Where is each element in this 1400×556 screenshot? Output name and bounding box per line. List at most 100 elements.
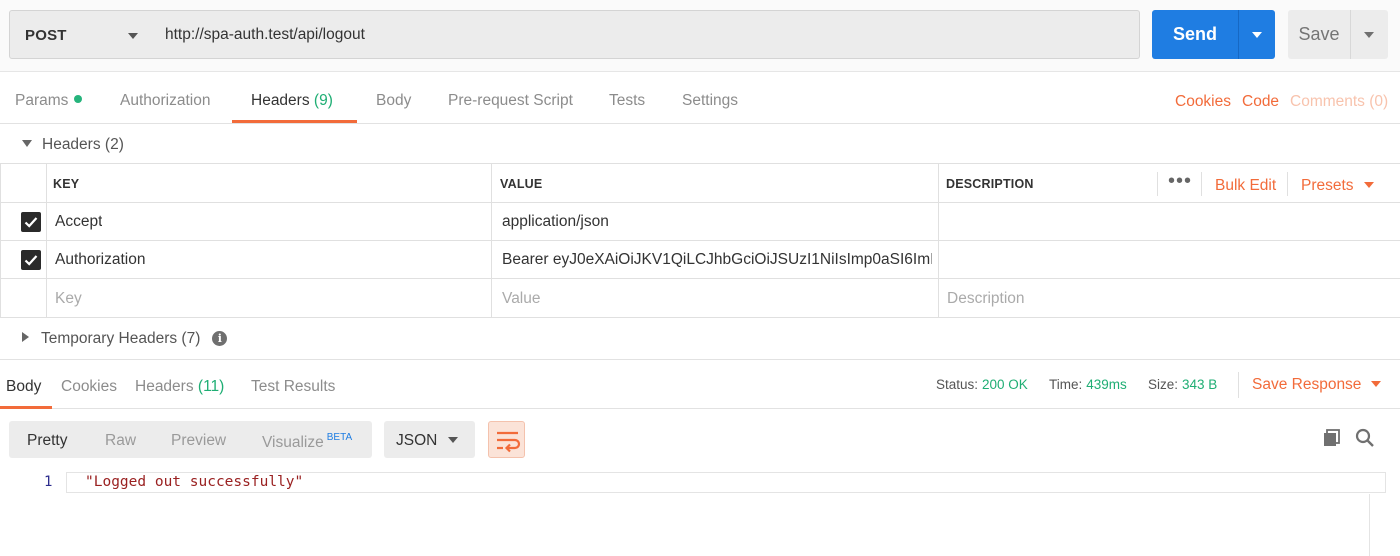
chevron-down-icon	[128, 33, 138, 39]
headers-section-count: (2)	[104, 136, 124, 153]
time-value: 439ms	[1086, 377, 1127, 392]
column-description: DESCRIPTION	[946, 177, 1034, 191]
bulk-edit-link[interactable]: Bulk Edit	[1215, 177, 1276, 195]
row-enabled-checkbox[interactable]	[21, 250, 41, 270]
table-row-new: Key Value Description	[0, 279, 1400, 318]
copy-icon[interactable]	[1322, 428, 1342, 452]
new-key-input[interactable]: Key	[55, 290, 82, 308]
tab-tests[interactable]: Tests	[609, 92, 645, 110]
url-text: http://spa-auth.test/api/logout	[165, 26, 365, 43]
editor-scrollbar[interactable]	[1369, 494, 1370, 556]
divider	[1157, 172, 1158, 196]
check-icon	[24, 217, 38, 228]
column-divider	[491, 164, 492, 318]
wrap-lines-button[interactable]	[488, 421, 525, 458]
save-button[interactable]: Save	[1288, 10, 1388, 59]
view-pretty[interactable]: Pretty	[27, 432, 67, 450]
response-tab-body[interactable]: Body	[6, 378, 41, 396]
headers-table: KEY VALUE DESCRIPTION ••• Bulk Edit Pres…	[0, 163, 1400, 318]
presets-dropdown[interactable]: Presets	[1301, 177, 1374, 195]
column-key: KEY	[53, 177, 80, 191]
comments-link[interactable]: Comments (0)	[1290, 93, 1388, 111]
format-select[interactable]: JSON	[384, 421, 475, 458]
tab-headers-label: Headers	[251, 92, 310, 109]
table-left-border	[0, 164, 1, 318]
send-button[interactable]: Send	[1152, 10, 1275, 59]
tab-prerequest-script[interactable]: Pre-request Script	[448, 92, 573, 110]
view-visualize-label: Visualize	[262, 434, 324, 451]
header-key-cell[interactable]: Accept	[55, 213, 102, 231]
send-label: Send	[1172, 24, 1217, 44]
code-link[interactable]: Code	[1242, 93, 1279, 111]
method-label: POST	[25, 27, 67, 44]
request-tabs: Params Authorization Headers (9) Body Pr…	[0, 73, 1400, 124]
tab-settings[interactable]: Settings	[682, 92, 738, 110]
save-response-label: Save Response	[1252, 376, 1362, 393]
new-value-input[interactable]: Value	[502, 290, 541, 308]
format-label: JSON	[396, 432, 438, 449]
table-header-row: KEY VALUE DESCRIPTION ••• Bulk Edit Pres…	[0, 164, 1400, 203]
row-enabled-checkbox[interactable]	[21, 212, 41, 232]
tab-params[interactable]: Params	[15, 92, 83, 110]
temporary-headers-toggle[interactable]: Temporary Headers (7) i	[22, 330, 228, 348]
response-tab-test-results[interactable]: Test Results	[251, 378, 335, 396]
send-options-button[interactable]	[1239, 10, 1275, 59]
divider	[1287, 172, 1288, 196]
status-dot-icon	[74, 95, 83, 103]
view-mode-tabs: Pretty Raw Preview Visualize BETA	[9, 421, 372, 458]
headers-section-title: Headers	[42, 136, 101, 153]
beta-badge: BETA	[326, 432, 353, 443]
line-number: 1	[44, 474, 53, 490]
column-value: VALUE	[500, 177, 543, 191]
method-select[interactable]: POST	[9, 10, 154, 59]
view-visualize[interactable]: Visualize BETA	[262, 432, 352, 452]
save-options-button[interactable]	[1351, 10, 1388, 59]
cookies-link[interactable]: Cookies	[1175, 93, 1231, 111]
active-tab-indicator	[0, 406, 52, 409]
size-value: 343 B	[1182, 377, 1218, 392]
size-readout: Size: 343 B	[1148, 377, 1217, 392]
status-value: 200 OK	[982, 377, 1028, 392]
table-row: Accept application/json	[0, 203, 1400, 241]
caret-right-icon	[22, 332, 29, 342]
new-description-input[interactable]: Description	[947, 290, 1025, 308]
response-editor[interactable]: 1 "Logged out successfully"	[0, 470, 1386, 556]
header-value-cell[interactable]: Bearer eyJ0eXAiOiJKV1QiLCJhbGciOiJSUzI1N…	[502, 251, 932, 269]
header-key-cell[interactable]: Authorization	[55, 251, 145, 269]
time-readout: Time: 439ms	[1049, 377, 1127, 392]
header-value-cell[interactable]: application/json	[502, 213, 932, 231]
chevron-down-icon	[1252, 32, 1262, 38]
response-tab-headers[interactable]: Headers (11)	[135, 378, 224, 396]
chevron-down-icon	[448, 437, 458, 443]
chevron-down-icon	[1363, 182, 1374, 188]
response-tab-cookies[interactable]: Cookies	[61, 378, 117, 396]
presets-label: Presets	[1301, 177, 1354, 194]
active-tab-indicator	[232, 120, 357, 123]
response-tab-headers-label: Headers	[135, 378, 194, 395]
tab-authorization[interactable]: Authorization	[120, 92, 210, 110]
tab-body[interactable]: Body	[376, 92, 411, 110]
more-options-icon[interactable]: •••	[1168, 170, 1192, 193]
divider	[1201, 172, 1202, 196]
status-label: Status:	[936, 377, 979, 392]
table-row: Authorization Bearer eyJ0eXAiOiJKV1QiLCJ…	[0, 241, 1400, 279]
column-divider	[938, 164, 939, 318]
view-preview[interactable]: Preview	[171, 432, 226, 450]
tab-params-label: Params	[15, 92, 69, 109]
temporary-headers-title: Temporary Headers	[41, 330, 178, 347]
url-input[interactable]: http://spa-auth.test/api/logout	[153, 10, 1140, 59]
chevron-down-icon	[1371, 381, 1382, 387]
time-label: Time:	[1049, 377, 1083, 392]
view-raw[interactable]: Raw	[105, 432, 136, 450]
chevron-down-icon	[1364, 32, 1374, 38]
search-icon[interactable]	[1355, 428, 1375, 452]
tab-headers-count: (9)	[313, 92, 333, 109]
status-readout: Status: 200 OK	[936, 377, 1028, 392]
caret-down-icon	[22, 140, 32, 147]
request-bar: POST http://spa-auth.test/api/logout Sen…	[0, 0, 1400, 72]
headers-section-toggle[interactable]: Headers (2)	[22, 136, 124, 154]
save-response-button[interactable]: Save Response	[1252, 376, 1382, 394]
size-label: Size:	[1148, 377, 1179, 392]
tab-headers[interactable]: Headers (9)	[251, 92, 333, 110]
info-icon[interactable]: i	[212, 331, 228, 346]
